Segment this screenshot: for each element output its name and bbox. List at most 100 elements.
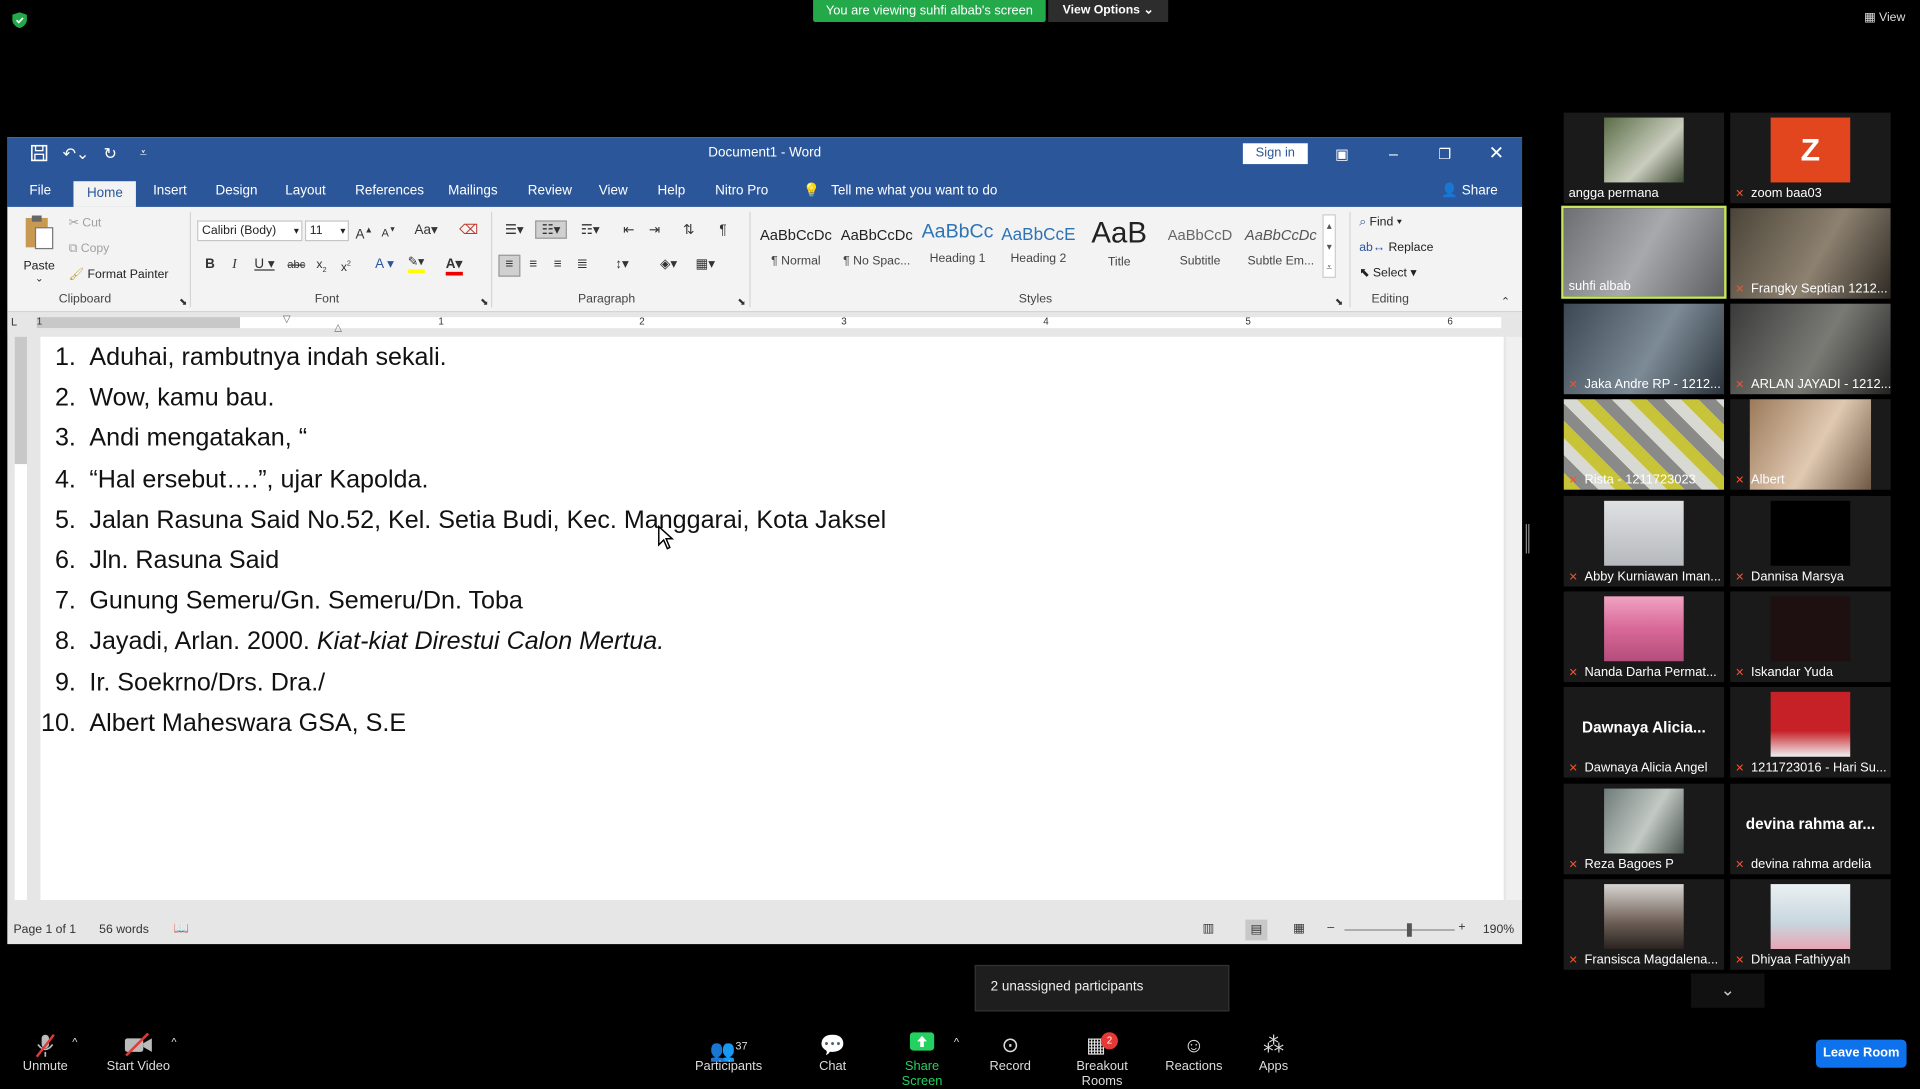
tab-mailings[interactable]: Mailings <box>438 181 507 207</box>
participant-tile[interactable]: ✕ ARLAN JAYADI - 1212... <box>1730 303 1891 395</box>
restore-button[interactable]: ❐ <box>1430 142 1459 166</box>
underline-icon[interactable]: U ▾ <box>250 256 279 274</box>
vertical-scrollbar[interactable] <box>1506 336 1523 901</box>
minimize-button[interactable]: – <box>1379 142 1408 166</box>
change-case-icon[interactable]: Aa▾ <box>411 222 440 240</box>
list-item[interactable]: 3. Andi mengatakan, “ <box>40 418 1503 459</box>
list-item[interactable]: 5. Jalan Rasuna Said No.52, Kel. Setia Bu… <box>40 499 1503 540</box>
numbering-icon[interactable]: ☷▾ <box>535 220 567 239</box>
chat-button[interactable]: 💬 Chat <box>813 1032 852 1073</box>
participant-tile[interactable]: ✕ Nanda Darha Permat... <box>1563 591 1725 683</box>
style-normal[interactable]: AaBbCcDc ¶ Normal <box>757 214 835 278</box>
sort-icon[interactable]: ⇅ <box>680 222 698 240</box>
ribbon-display-options-icon[interactable]: ▣ <box>1327 142 1356 166</box>
list-item[interactable]: 10. Albert Maheswara GSA, S.E <box>40 702 1503 743</box>
participants-button[interactable]: 👥37 Participants <box>693 1032 764 1074</box>
styles-scroll[interactable]: ▴ ▾ ⩡ <box>1322 214 1336 278</box>
web-layout-icon[interactable]: ▦ <box>1293 922 1305 935</box>
panel-splitter[interactable] <box>1525 524 1530 554</box>
view-options-button[interactable]: View Options ⌄ <box>1048 0 1169 23</box>
participant-tile[interactable]: Z ✕ zoom baa03 <box>1730 112 1891 204</box>
audio-options-caret[interactable]: ^ <box>72 1036 77 1048</box>
participant-tile-active-speaker[interactable]: suhfi albab <box>1561 205 1727 299</box>
shading-icon[interactable]: ◈▾ <box>654 256 683 274</box>
start-video-button[interactable]: Start Video <box>107 1032 171 1074</box>
tab-view[interactable]: View <box>589 181 638 207</box>
participant-tile[interactable]: angga permana <box>1563 112 1725 204</box>
increase-indent-icon[interactable]: ⇥ <box>645 222 663 240</box>
tab-file[interactable]: File <box>20 181 61 207</box>
zoom-percent[interactable]: 190% <box>1483 923 1514 936</box>
align-center-icon[interactable]: ≡ <box>524 256 542 274</box>
line-spacing-icon[interactable]: ↕▾ <box>607 256 636 274</box>
zoom-out-icon[interactable]: – <box>1327 921 1334 934</box>
list-item[interactable]: 8. Jayadi, Arlan. 2000. Kiat-kiat Direstu… <box>40 621 1503 662</box>
tab-insert[interactable]: Insert <box>143 181 196 207</box>
decrease-indent-icon[interactable]: ⇤ <box>620 222 638 240</box>
word-count[interactable]: 56 words <box>99 923 149 936</box>
select-button[interactable]: ⬉ Select ▾ <box>1359 267 1416 280</box>
tab-selector-icon[interactable]: L <box>11 316 17 328</box>
tab-review[interactable]: Review <box>518 181 582 207</box>
italic-icon[interactable]: I <box>225 256 243 274</box>
grow-font-icon[interactable]: A▲ <box>355 222 373 242</box>
apps-button[interactable]: ⁂ Apps <box>1256 1032 1290 1073</box>
styles-launcher-icon[interactable]: ⬊ <box>1330 293 1348 311</box>
participant-tile[interactable]: ✕ Dhiyaa Fathiyyah <box>1730 879 1891 970</box>
bold-icon[interactable]: B <box>201 256 219 274</box>
participant-tile[interactable]: ✕ Albert <box>1730 399 1891 490</box>
list-item[interactable]: 7. Gunung Semeru/Gn. Semeru/Dn. Toba <box>40 581 1503 622</box>
list-item[interactable]: 9. Ir. Soekrno/Drs. Dra./ <box>40 662 1503 703</box>
participant-tile[interactable]: devina rahma ar... ✕ devina rahma ardelia <box>1730 783 1891 875</box>
align-left-icon[interactable]: ≡ <box>498 254 521 277</box>
style-no-spacing[interactable]: AaBbCcDc ¶ No Spac... <box>838 214 916 278</box>
style-heading-2[interactable]: AaBbCcE Heading 2 <box>999 214 1077 278</box>
print-layout-icon[interactable]: ▤ <box>1245 919 1268 941</box>
share-screen-button[interactable]: Share Screen <box>884 1032 960 1089</box>
tab-home[interactable]: Home <box>73 181 137 207</box>
borders-icon[interactable]: ▦▾ <box>691 256 720 274</box>
tab-layout[interactable]: Layout <box>276 181 336 207</box>
zoom-slider[interactable] <box>1344 929 1455 931</box>
replace-button[interactable]: ab↔ Replace <box>1359 241 1433 254</box>
tell-me-search[interactable]: 💡 Tell me what you want to do <box>793 181 1007 207</box>
video-options-caret[interactable]: ^ <box>171 1036 176 1048</box>
paste-dropdown-icon[interactable]: ⌄ <box>20 273 59 284</box>
leave-room-button[interactable]: Leave Room <box>1815 1039 1907 1068</box>
style-heading-1[interactable]: AaBbCc Heading 1 <box>918 214 996 278</box>
cut-button[interactable]: ✂ Cut <box>69 217 102 230</box>
bullets-icon[interactable]: ☰▾ <box>500 222 529 240</box>
tab-design[interactable]: Design <box>206 181 268 207</box>
share-button[interactable]: 👤 Share <box>1431 181 1507 207</box>
close-button[interactable]: ✕ <box>1482 142 1511 166</box>
font-color-icon[interactable]: A▾ <box>445 256 473 276</box>
strikethrough-icon[interactable]: abc <box>285 256 307 274</box>
multilevel-list-icon[interactable]: ☶▾ <box>576 222 605 240</box>
first-line-indent-marker[interactable]: ▽ <box>283 313 291 324</box>
collapse-ribbon-icon[interactable]: ⌃ <box>1496 293 1514 311</box>
security-shield-icon[interactable] <box>12 12 27 29</box>
style-title[interactable]: AaB Title <box>1080 214 1158 278</box>
record-button[interactable]: ⊙ Record <box>987 1032 1034 1073</box>
list-item[interactable]: 1. Aduhai, rambutnya indah sekali. <box>40 337 1503 378</box>
list-item[interactable]: 2. Wow, kamu bau. <box>40 377 1503 418</box>
participant-tile[interactable]: ✕ Jaka Andre RP - 1212... <box>1563 303 1725 395</box>
horizontal-ruler[interactable]: L ▽ △ 1 1 2 3 4 5 6 <box>7 312 1523 334</box>
page-count[interactable]: Page 1 of 1 <box>13 923 76 936</box>
show-formatting-icon[interactable]: ¶ <box>714 222 732 240</box>
chevron-down-icon[interactable]: ⌄ <box>1691 973 1765 1008</box>
subscript-icon[interactable]: x2 <box>312 256 330 274</box>
participant-tile[interactable]: Dawnaya Alicia... ✕ Dawnaya Alicia Angel <box>1563 686 1725 778</box>
tab-nitro-pro[interactable]: Nitro Pro <box>705 181 778 207</box>
sign-in-button[interactable]: Sign in <box>1242 143 1308 165</box>
style-subtle-emphasis[interactable]: AaBbCcDc Subtle Em... <box>1242 214 1320 278</box>
justify-icon[interactable]: ≣ <box>573 256 591 274</box>
participant-tile[interactable]: ✕ Frangky Septian 1212... <box>1730 208 1891 299</box>
proofing-icon[interactable]: 📖 <box>174 922 189 935</box>
participant-tile[interactable]: ✕ Dannisa Marsya <box>1730 495 1891 587</box>
share-options-caret[interactable]: ^ <box>954 1036 959 1048</box>
tab-help[interactable]: Help <box>648 181 695 207</box>
read-mode-icon[interactable]: ▥ <box>1202 922 1214 935</box>
participant-tile[interactable]: ✕ 1211723016 - Hari Su... <box>1730 686 1891 778</box>
highlight-icon[interactable]: ✎▾ <box>407 256 435 274</box>
